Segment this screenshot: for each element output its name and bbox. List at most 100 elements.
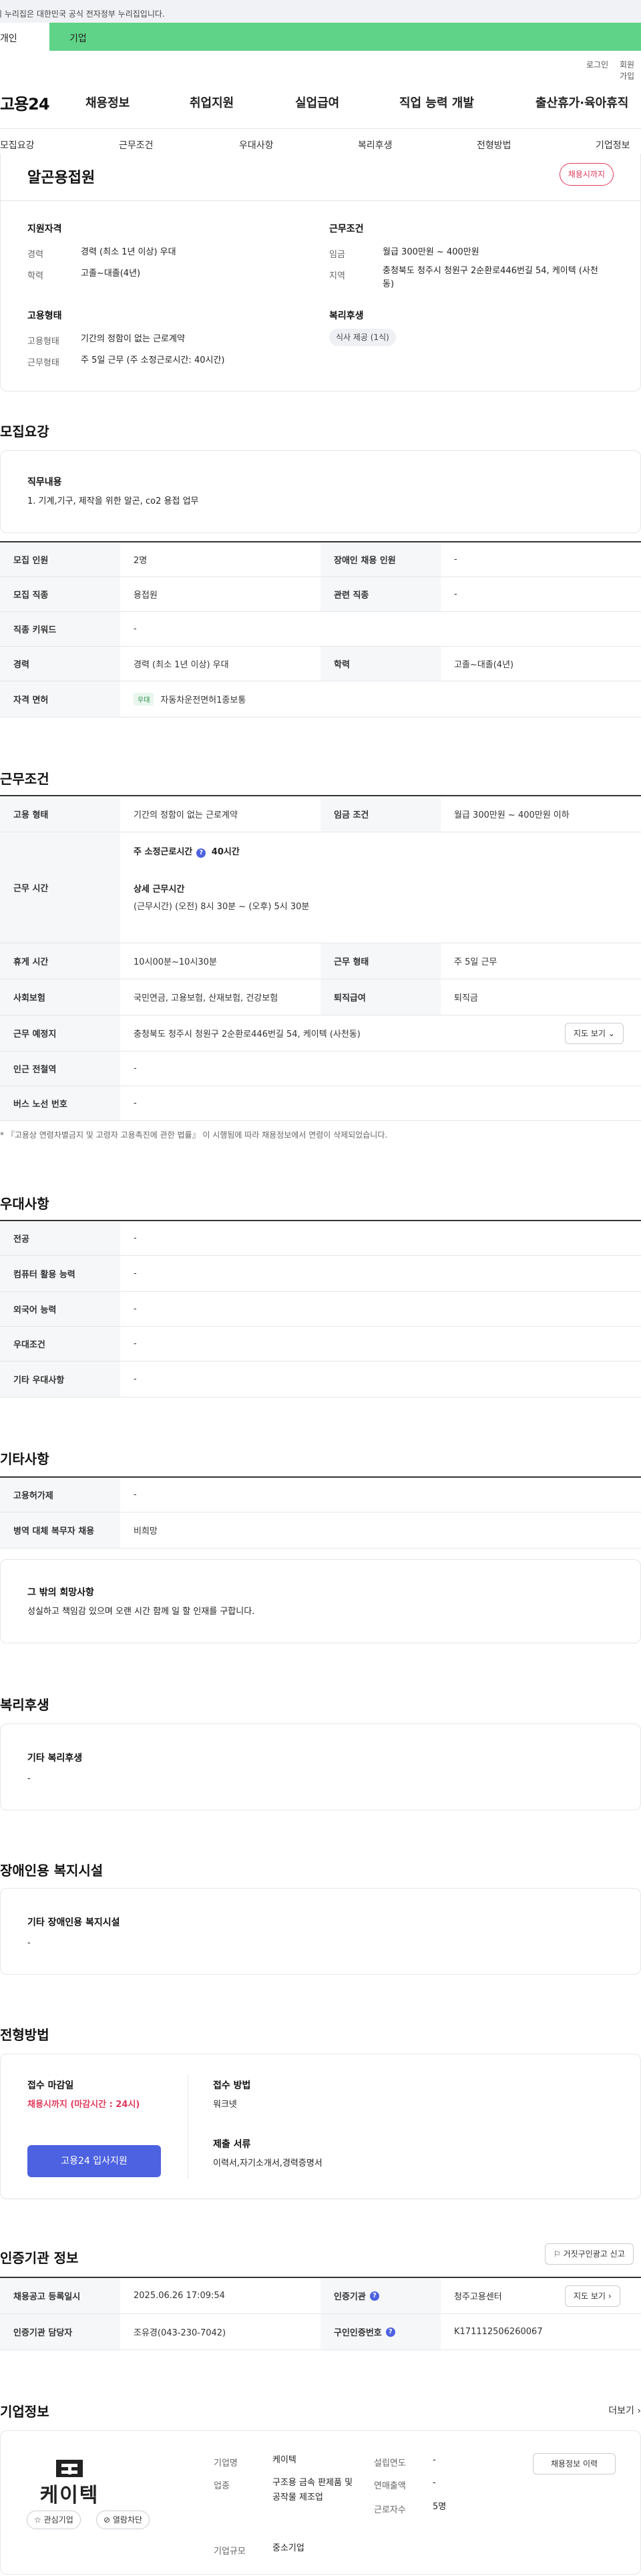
wage-condition-value: 월급 300만원 ~ 400만원 이하	[454, 810, 570, 820]
apply-qualification-heading: 지원자격	[27, 224, 62, 234]
founded-value: -	[433, 2455, 436, 2465]
recruit-history-button[interactable]: 채용정보 이력	[533, 2453, 616, 2474]
docs-heading: 제출 서류	[213, 2139, 251, 2150]
gnb-jobs[interactable]: 채용정보	[85, 94, 130, 111]
disabled-facility-box: 기타 장애인용 복지시설 -	[0, 1888, 641, 1975]
table-row: 자격 면허 우대 자동차운전면허1종보통	[0, 681, 641, 717]
login-link[interactable]: 로그인	[586, 59, 608, 70]
member-type-tabs: 개인 기업	[0, 23, 641, 51]
table-row: 우대조건 -	[0, 1327, 641, 1361]
job-type-label: 모집 직종	[0, 577, 120, 611]
reg-date-value: 2025.06.26 17:09:54	[134, 2291, 225, 2301]
table-row: 외국어 능력 -	[0, 1292, 641, 1327]
block-view-button[interactable]: ⊘ 열람차단	[96, 2511, 150, 2529]
employ-type-value: 기간의 정함이 없는 근로계약	[134, 810, 238, 820]
selection-box: 접수 마감일 채용시까지 (마감시간 : 24시) 접수 방법 워크넷 제출 서…	[0, 2054, 641, 2199]
report-fake-ad-button[interactable]: ⚐ 거짓구인광고 신고	[545, 2243, 634, 2265]
flag-icon: ⚐	[554, 2249, 561, 2259]
table-row: 인증기관 담당자 조유경(043-230-7042) 구인인증번호? K1711…	[0, 2314, 641, 2350]
work-place-map-button[interactable]: 지도 보기 ⌄	[565, 1023, 624, 1044]
table-row: 컴퓨터 활용 능력 -	[0, 1256, 641, 1292]
site-logo[interactable]: 고용24	[0, 91, 50, 114]
tab-personal[interactable]: 개인	[0, 23, 49, 51]
preference-condition-value: -	[134, 1339, 137, 1349]
career-label: 경력	[27, 250, 43, 260]
tab-company[interactable]: 기업	[69, 23, 87, 51]
wish-text: 성실하고 책임감 있으며 오랜 시간 함께 일 할 인재를 구합니다.	[27, 1607, 255, 1617]
recruit-table: 모집 인원 2명 장애인 채용 인원 - 모집 직종 용접원 관련 직종 - 직…	[0, 541, 641, 717]
welfare-box-heading: 기타 복리후생	[27, 1753, 83, 1764]
conditions-table: 고용 형태 기간의 정함이 없는 근로계약 임금 조건 월급 300만원 ~ 4…	[0, 795, 641, 1121]
anchor-company[interactable]: 기업정보	[596, 138, 630, 152]
gnb-parental-leave[interactable]: 출산휴가·육아휴직	[536, 94, 628, 111]
other-section-title: 기타사항	[0, 1451, 49, 1467]
gnb-vocational-training[interactable]: 직업 능력 개발	[399, 94, 474, 111]
retirement-label: 퇴직급여	[320, 979, 441, 1015]
auth-section-title: 인증기관 정보	[0, 2250, 79, 2266]
favorite-company-button[interactable]: ☆ 관심기업	[27, 2511, 81, 2529]
preferences-table: 전공 - 컴퓨터 활용 능력 - 외국어 능력 - 우대조건 - 기타 우대사항…	[0, 1220, 641, 1398]
work-form-row-label: 근무 형태	[320, 943, 441, 979]
military-value: 비희망	[134, 1526, 158, 1537]
language-value: -	[134, 1304, 137, 1314]
anchor-recruit[interactable]: 모집요강	[0, 138, 35, 152]
company-logo: 케이텍	[24, 2458, 115, 2507]
work-form-row-value: 주 5일 근무	[454, 957, 497, 967]
industry-label: 업종	[214, 2481, 230, 2491]
language-label: 외국어 능력	[0, 1292, 120, 1326]
wage-value: 월급 300만원 ~ 400만원	[383, 247, 479, 257]
company-name-label: 기업명	[214, 2458, 238, 2468]
table-row: 모집 직종 용접원 관련 직종 -	[0, 577, 641, 612]
job-title: 알곤용접원	[27, 170, 95, 186]
block-icon: ⊘	[103, 2515, 111, 2525]
docs-value: 이력서,자기소개서,경력증명서	[213, 2158, 323, 2168]
deadline-heading: 접수 마감일	[27, 2080, 74, 2091]
table-row: 휴게 시간 10시00분~10시30분 근무 형태 주 5일 근무	[0, 943, 641, 979]
info-icon[interactable]: ?	[196, 848, 206, 858]
manager-value: 조유경(043-230-7042)	[134, 2328, 226, 2338]
region-value: 충청북도 청주시 청원구 2순환로446번길 54, 케이텍 (사천동)	[383, 266, 598, 289]
military-label: 병역 대체 복무자 채용	[0, 1512, 120, 1548]
education-value: 고졸~대졸(4년)	[81, 269, 141, 279]
anchor-conditions[interactable]: 근무조건	[119, 138, 154, 152]
gnb-unemployment-benefit[interactable]: 실업급여	[295, 94, 339, 111]
signup-link[interactable]: 회원가입	[620, 59, 641, 82]
major-value: -	[134, 1233, 137, 1243]
career-row-label: 경력	[0, 647, 120, 681]
bus-label: 버스 노선 번호	[0, 1086, 120, 1120]
insurance-value: 국민연금, 고용보험, 산재보험, 건강보험	[134, 993, 278, 1003]
career-row-value: 경력 (최소 1년 이상) 우대	[134, 660, 229, 670]
company-more-link[interactable]: 더보기 ›	[608, 2404, 641, 2417]
wish-box: 그 밖의 희망사항 성실하고 책임감 있으며 오랜 시간 함께 일 할 인재를 …	[0, 1559, 641, 1643]
disabled-facility-heading: 기타 장애인용 복지시설	[27, 1917, 120, 1928]
work-form-label: 근무형태	[27, 358, 59, 368]
chevron-down-icon: ⌄	[608, 1029, 615, 1038]
job-summary-card: 알곤용접원 채용시까지 지원자격 경력 경력 (최소 1년 이상) 우대 학력 …	[0, 154, 641, 391]
retirement-value: 퇴직금	[454, 993, 478, 1003]
disabled-count-value: -	[454, 554, 457, 565]
welfare-chip: 식사 제공 (1식)	[329, 329, 396, 346]
info-icon[interactable]: ?	[369, 2291, 379, 2301]
table-row: 모집 인원 2명 장애인 채용 인원 -	[0, 542, 641, 577]
gnb-employment-support[interactable]: 취업지원	[190, 94, 234, 111]
anchor-selection[interactable]: 전형방법	[477, 138, 511, 152]
work-form-value: 주 5일 근무 (주 소정근로시간: 40시간)	[81, 355, 225, 365]
work-place-value: 충청북도 청주시 청원구 2순환로446번길 54, 케이텍 (사천동)	[134, 1029, 361, 1039]
weekly-hours-value: 40시간	[211, 847, 240, 857]
recruit-section-title: 모집요강	[0, 424, 49, 440]
auth-number-label: 구인인증번호?	[320, 2314, 441, 2350]
anchor-welfare[interactable]: 복리후생	[358, 138, 393, 152]
table-row: 사회보험 국민연금, 고용보험, 산재보험, 건강보험 퇴직급여 퇴직금	[0, 979, 641, 1015]
subway-value: -	[134, 1064, 137, 1074]
agency-map-button[interactable]: 지도 보기 ›	[565, 2285, 620, 2307]
computer-skill-label: 컴퓨터 활용 능력	[0, 1256, 120, 1291]
anchor-preferences[interactable]: 우대사항	[239, 138, 274, 152]
sales-value: -	[433, 2478, 436, 2488]
employee-count-value: 5명	[433, 2502, 447, 2512]
info-icon[interactable]: ?	[385, 2327, 395, 2337]
apply-button[interactable]: 고용24 입사지원	[27, 2145, 161, 2177]
bus-value: -	[134, 1098, 137, 1108]
company-name-value: 케이텍	[272, 2455, 296, 2465]
education-label: 학력	[27, 271, 43, 281]
table-row: 직종 키워드 -	[0, 612, 641, 647]
